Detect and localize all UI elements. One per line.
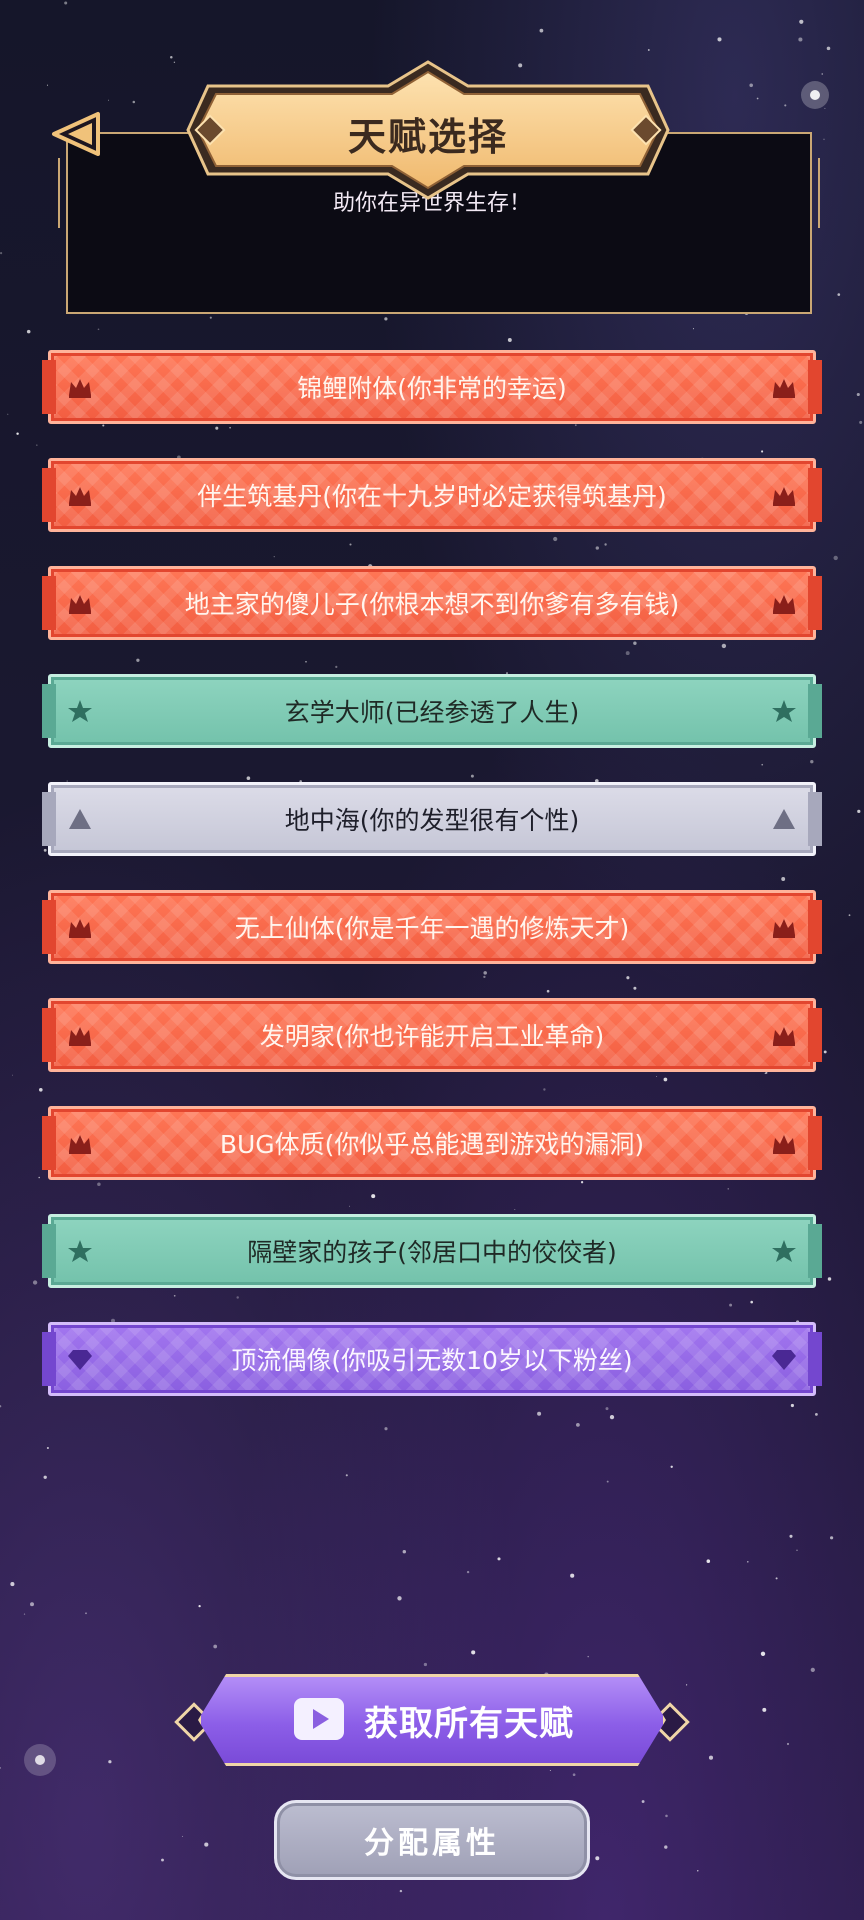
talent-edge-ornament bbox=[808, 792, 822, 846]
talent-edge-ornament bbox=[808, 360, 822, 414]
talent-edge-ornament bbox=[808, 576, 822, 630]
talent-label: BUG体质(你似乎总能遇到游戏的漏洞) bbox=[219, 1130, 645, 1159]
crown-icon bbox=[770, 482, 798, 508]
talent-label: 伴生筑基丹(你在十九岁时必定获得筑基丹) bbox=[197, 482, 667, 511]
talent-edge-ornament bbox=[42, 1116, 56, 1170]
crown-icon bbox=[770, 1130, 798, 1156]
crown-icon bbox=[66, 482, 94, 508]
star-icon bbox=[770, 1238, 798, 1264]
crown-icon bbox=[770, 1022, 798, 1048]
talent-edge-ornament bbox=[42, 1332, 56, 1386]
crown-icon bbox=[770, 590, 798, 616]
get-all-label: 获取所有天赋 bbox=[364, 1703, 574, 1744]
crown-icon bbox=[770, 914, 798, 940]
talent-edge-ornament bbox=[808, 1224, 822, 1278]
video-play-icon bbox=[294, 1698, 344, 1740]
page-title: 天赋选择 bbox=[347, 115, 508, 159]
talent-edge-ornament bbox=[42, 360, 56, 414]
assign-label: 分配属性 bbox=[364, 1826, 500, 1861]
talent-edge-ornament bbox=[42, 468, 56, 522]
star-icon bbox=[66, 698, 94, 724]
talent-option[interactable]: 隔壁家的孩子(邻居口中的佼佼者) bbox=[42, 1214, 822, 1288]
talent-edge-ornament bbox=[808, 1332, 822, 1386]
crown-icon bbox=[66, 914, 94, 940]
crown-icon bbox=[770, 374, 798, 400]
star-icon bbox=[770, 698, 798, 724]
talent-list: 锦鲤附体(你非常的幸运) 伴生筑基丹(你在十九岁时必定获得筑基丹) 地主家的傻儿子(… bbox=[42, 350, 822, 1430]
title-plate: 天赋选择 bbox=[178, 60, 678, 200]
back-arrow-icon bbox=[52, 112, 100, 156]
talent-edge-ornament bbox=[808, 1008, 822, 1062]
talent-edge-ornament bbox=[808, 1116, 822, 1170]
talent-label: 地主家的傻儿子(你根本想不到你爹有多有钱) bbox=[184, 590, 680, 619]
talent-label: 发明家(你也许能开启工业革命) bbox=[259, 1022, 605, 1051]
talent-edge-ornament bbox=[42, 900, 56, 954]
talent-edge-ornament bbox=[42, 1224, 56, 1278]
talent-label: 玄学大师(已经参透了人生) bbox=[284, 698, 580, 727]
crown-icon bbox=[66, 1022, 94, 1048]
talent-option[interactable]: 锦鲤附体(你非常的幸运) bbox=[42, 350, 822, 424]
diamond-icon bbox=[770, 1346, 798, 1372]
back-button[interactable] bbox=[48, 104, 108, 164]
crown-icon bbox=[66, 374, 94, 400]
talent-edge-ornament bbox=[42, 576, 56, 630]
talent-edge-ornament bbox=[808, 900, 822, 954]
talent-edge-ornament bbox=[42, 792, 56, 846]
diamond-icon bbox=[66, 1346, 94, 1372]
talent-option[interactable]: 伴生筑基丹(你在十九岁时必定获得筑基丹) bbox=[42, 458, 822, 532]
talent-label: 隔壁家的孩子(邻居口中的佼佼者) bbox=[247, 1238, 617, 1267]
talent-option[interactable]: 地中海(你的发型很有个性) bbox=[42, 782, 822, 856]
triangle-icon bbox=[770, 806, 798, 832]
crown-icon bbox=[66, 1130, 94, 1156]
talent-edge-ornament bbox=[808, 468, 822, 522]
talent-label: 无上仙体(你是千年一遇的修炼天才) bbox=[234, 914, 630, 943]
crown-icon bbox=[66, 590, 94, 616]
talent-option[interactable]: 玄学大师(已经参透了人生) bbox=[42, 674, 822, 748]
triangle-icon bbox=[66, 806, 94, 832]
talent-option[interactable]: 发明家(你也许能开启工业革命) bbox=[42, 998, 822, 1072]
header: 你得到一次转生的机会，选择3条天赋， 助你在异世界生存！ 天赋选择 bbox=[48, 60, 820, 320]
talent-label: 顶流偶像(你吸引无数10岁以下粉丝) bbox=[231, 1346, 633, 1375]
talent-label: 地中海(你的发型很有个性) bbox=[284, 806, 580, 835]
talent-edge-ornament bbox=[42, 684, 56, 738]
get-all-talents-button[interactable]: 获取所有天赋 bbox=[174, 1670, 690, 1770]
talent-option[interactable]: BUG体质(你似乎总能遇到游戏的漏洞) bbox=[42, 1106, 822, 1180]
talent-option[interactable]: 无上仙体(你是千年一遇的修炼天才) bbox=[42, 890, 822, 964]
assign-attributes-button[interactable]: 分配属性 bbox=[274, 1800, 590, 1880]
star-icon bbox=[66, 1238, 94, 1264]
talent-label: 锦鲤附体(你非常的幸运) bbox=[297, 374, 567, 403]
talent-edge-ornament bbox=[42, 1008, 56, 1062]
talent-option[interactable]: 顶流偶像(你吸引无数10岁以下粉丝) bbox=[42, 1322, 822, 1396]
talent-option[interactable]: 地主家的傻儿子(你根本想不到你爹有多有钱) bbox=[42, 566, 822, 640]
talent-edge-ornament bbox=[808, 684, 822, 738]
